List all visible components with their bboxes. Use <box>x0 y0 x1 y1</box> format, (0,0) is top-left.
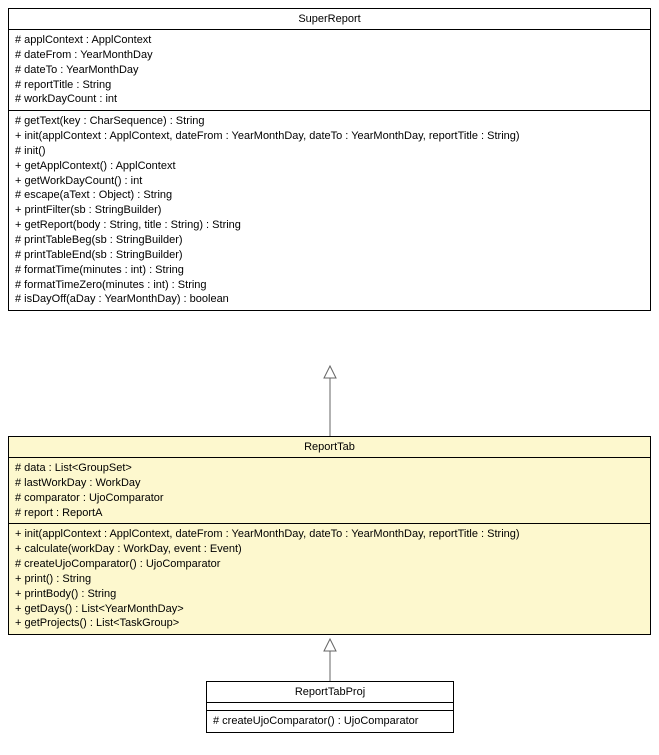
inheritance-arrow <box>324 366 336 436</box>
inheritance-arrow <box>324 639 336 681</box>
method: + print() : String <box>15 572 644 587</box>
attr: # dateTo : YearMonthDay <box>15 63 644 78</box>
class-attributes <box>207 703 453 711</box>
method: + getProjects() : List<TaskGroup> <box>15 616 644 631</box>
method: + calculate(workDay : WorkDay, event : E… <box>15 542 644 557</box>
class-methods: # createUjoComparator() : UjoComparator <box>207 711 453 732</box>
method: + getReport(body : String, title : Strin… <box>15 218 644 233</box>
class-super-report: SuperReport # applContext : ApplContext … <box>8 8 651 311</box>
method: # formatTimeZero(minutes : int) : String <box>15 278 644 293</box>
class-report-tab-proj: ReportTabProj # createUjoComparator() : … <box>206 681 454 733</box>
method: # formatTime(minutes : int) : String <box>15 263 644 278</box>
class-name: ReportTabProj <box>207 682 453 703</box>
attr: # workDayCount : int <box>15 92 644 107</box>
attr: # applContext : ApplContext <box>15 33 644 48</box>
method: + getApplContext() : ApplContext <box>15 159 644 174</box>
method: + printFilter(sb : StringBuilder) <box>15 203 644 218</box>
method: # getText(key : CharSequence) : String <box>15 114 644 129</box>
method: # printTableEnd(sb : StringBuilder) <box>15 248 644 263</box>
class-attributes: # applContext : ApplContext # dateFrom :… <box>9 30 650 111</box>
class-name: ReportTab <box>9 437 650 458</box>
method: + printBody() : String <box>15 587 644 602</box>
class-attributes: # data : List<GroupSet> # lastWorkDay : … <box>9 458 650 524</box>
attr: # report : ReportA <box>15 506 644 521</box>
attr: # reportTitle : String <box>15 78 644 93</box>
method: # isDayOff(aDay : YearMonthDay) : boolea… <box>15 292 644 307</box>
class-methods: + init(applContext : ApplContext, dateFr… <box>9 524 650 634</box>
uml-diagram: SuperReport # applContext : ApplContext … <box>8 8 651 747</box>
method: # init() <box>15 144 644 159</box>
method: # escape(aText : Object) : String <box>15 188 644 203</box>
method: + getWorkDayCount() : int <box>15 174 644 189</box>
attr: # comparator : UjoComparator <box>15 491 644 506</box>
class-name: SuperReport <box>9 9 650 30</box>
method: + getDays() : List<YearMonthDay> <box>15 602 644 617</box>
class-methods: # getText(key : CharSequence) : String +… <box>9 111 650 310</box>
class-report-tab: ReportTab # data : List<GroupSet> # last… <box>8 436 651 635</box>
method: # printTableBeg(sb : StringBuilder) <box>15 233 644 248</box>
attr: # dateFrom : YearMonthDay <box>15 48 644 63</box>
attr: # data : List<GroupSet> <box>15 461 644 476</box>
method: + init(applContext : ApplContext, dateFr… <box>15 129 644 144</box>
attr: # lastWorkDay : WorkDay <box>15 476 644 491</box>
method: # createUjoComparator() : UjoComparator <box>15 557 644 572</box>
method: # createUjoComparator() : UjoComparator <box>213 714 447 729</box>
method: + init(applContext : ApplContext, dateFr… <box>15 527 644 542</box>
